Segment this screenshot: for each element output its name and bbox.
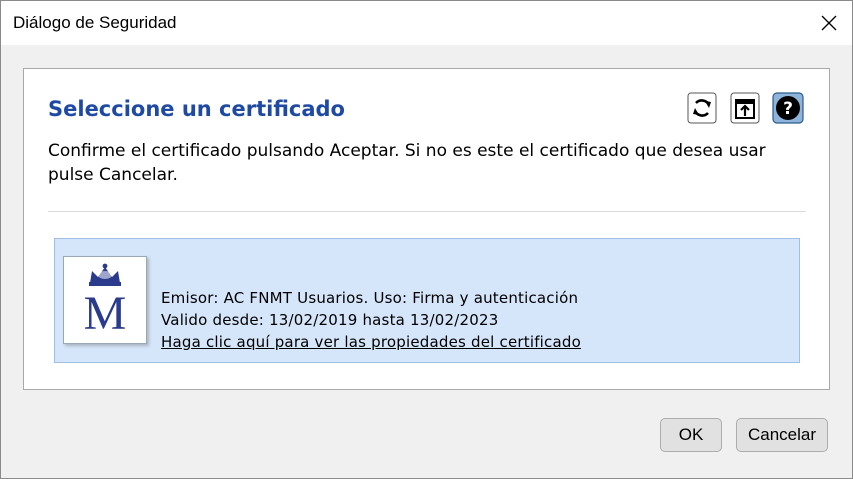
cancel-button[interactable]: Cancelar <box>736 418 828 452</box>
svg-text:?: ? <box>783 99 793 119</box>
refresh-button[interactable] <box>686 91 718 125</box>
logo-letter: M <box>84 287 127 340</box>
refresh-icon <box>687 92 717 124</box>
certificate-panel: Seleccione un certificado ? Confirme el … <box>23 68 830 390</box>
title-bar: Diálogo de Seguridad <box>1 1 852 45</box>
security-dialog: Diálogo de Seguridad Seleccione un certi… <box>0 0 853 479</box>
help-icon: ? <box>772 92 804 124</box>
close-icon <box>821 15 837 31</box>
fnmt-logo: M <box>63 256 147 344</box>
certificate-item[interactable]: M Emisor: AC FNMT Usuarios. Uso: Firma y… <box>54 238 800 363</box>
certificate-properties-link[interactable]: Haga clic aquí para ver las propiedades … <box>161 331 581 353</box>
help-button[interactable]: ? <box>772 91 804 125</box>
divider <box>48 211 806 212</box>
window-title: Diálogo de Seguridad <box>13 13 177 32</box>
import-icon <box>730 92 760 124</box>
panel-heading: Seleccione un certificado <box>48 97 345 121</box>
import-button[interactable] <box>729 91 761 125</box>
ok-button[interactable]: OK <box>660 418 722 452</box>
certificate-validity: Valido desde: 13/02/2019 hasta 13/02/202… <box>161 311 499 329</box>
certificate-details: Emisor: AC FNMT Usuarios. Uso: Firma y a… <box>161 287 581 353</box>
certificate-issuer: Emisor: AC FNMT Usuarios. Uso: Firma y a… <box>161 289 579 307</box>
close-button[interactable] <box>806 1 852 45</box>
instructions-text: Confirme el certificado pulsando Aceptar… <box>48 141 766 185</box>
